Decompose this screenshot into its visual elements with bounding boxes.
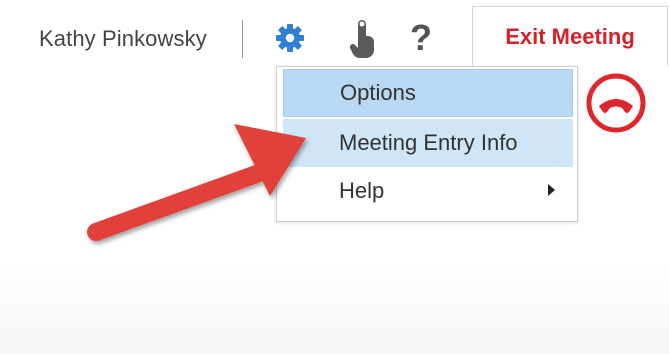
meeting-window: Kathy Pinkowsky ? Exit Meeting Options M…: [0, 0, 669, 354]
red-arrow-annotation: [87, 124, 306, 241]
